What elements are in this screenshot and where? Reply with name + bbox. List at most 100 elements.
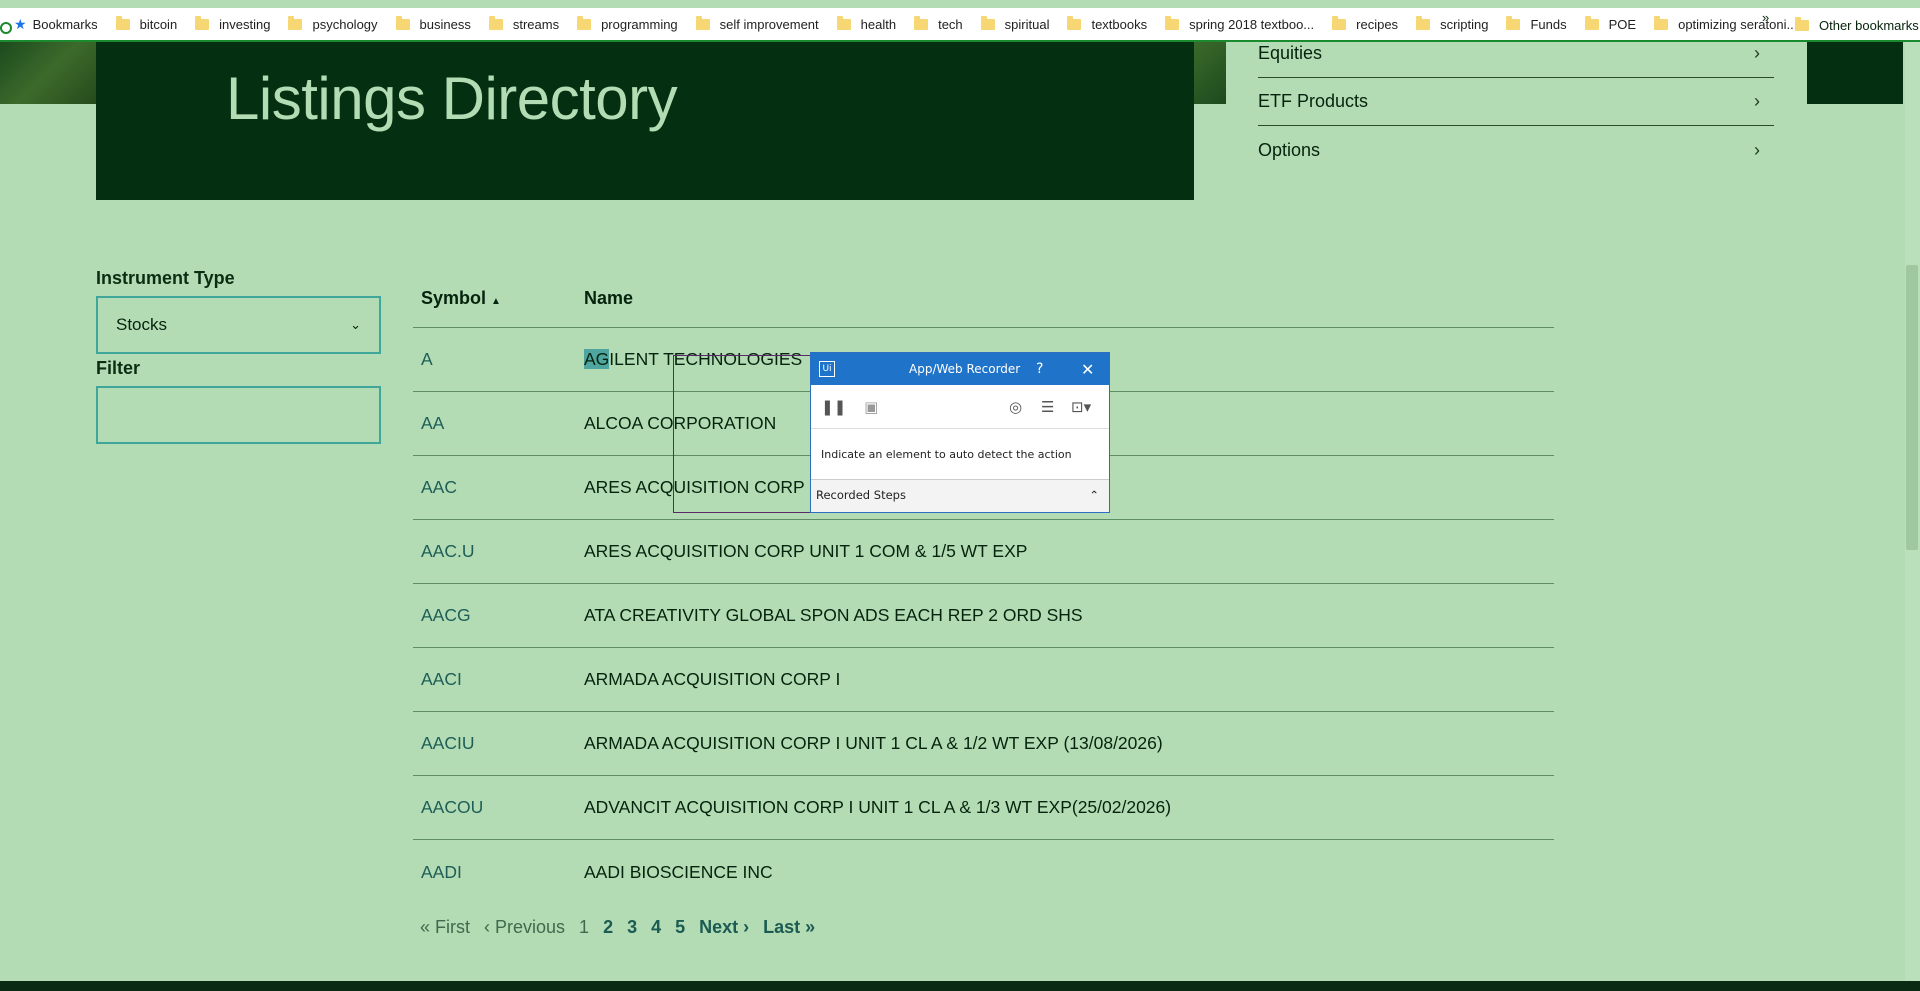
symbol-link[interactable]: AACI bbox=[413, 669, 584, 690]
symbol-link[interactable]: A bbox=[413, 349, 584, 370]
column-header-name[interactable]: Name bbox=[584, 288, 633, 309]
folder-icon bbox=[1584, 15, 1599, 30]
side-link-options[interactable]: Options › bbox=[1258, 126, 1774, 174]
folder-icon bbox=[1165, 15, 1180, 30]
filter-input[interactable] bbox=[96, 386, 381, 444]
close-button[interactable]: ✕ bbox=[1081, 360, 1094, 379]
company-name: AADI BIOSCIENCE INC bbox=[584, 861, 773, 882]
symbol-link[interactable]: AACIU bbox=[413, 733, 584, 754]
symbol-link[interactable]: AA bbox=[413, 413, 584, 434]
hero-banner: Listings Directory bbox=[96, 42, 1194, 200]
pause-icon[interactable]: ❚❚ bbox=[821, 398, 846, 416]
table-row: AACOU ADVANCIT ACQUISITION CORP I UNIT 1… bbox=[413, 776, 1554, 840]
folder-icon bbox=[695, 15, 710, 30]
recorder-title-bar[interactable]: Ui App/Web Recorder ? ✕ bbox=[811, 353, 1109, 385]
folder-icon bbox=[1416, 15, 1431, 30]
side-links: Equities › ETF Products › Options › bbox=[1258, 30, 1774, 174]
table-header: Symbol ▲ Name bbox=[413, 270, 1554, 328]
table-row: AACI ARMADA ACQUISITION CORP I bbox=[413, 648, 1554, 712]
camera-dropdown-icon[interactable]: ⊡▾ bbox=[1071, 398, 1091, 416]
bookmark-folder-investing[interactable]: investing bbox=[195, 15, 270, 32]
instrument-type-value: Stocks bbox=[116, 315, 168, 334]
more-bookmarks-button[interactable]: » bbox=[1762, 10, 1769, 25]
hero-image-right bbox=[1194, 42, 1226, 104]
save-icon[interactable]: ▣ bbox=[864, 398, 878, 416]
company-name: ARMADA ACQUISITION CORP I UNIT 1 CL A & … bbox=[584, 733, 1163, 753]
recorded-steps-header[interactable]: Recorded Steps ⌃ bbox=[811, 479, 1109, 509]
company-name: ATA CREATIVITY GLOBAL SPON ADS EACH REP … bbox=[584, 605, 1083, 625]
bookmark-item[interactable]: Bookmarks bbox=[33, 17, 98, 32]
chevron-right-icon: › bbox=[1754, 139, 1760, 160]
bookmark-folder-streams[interactable]: streams bbox=[488, 15, 559, 32]
bookmark-folder-programming[interactable]: programming bbox=[577, 15, 678, 32]
recorded-steps-label: Recorded Steps bbox=[816, 487, 906, 502]
extension-icon bbox=[0, 22, 12, 34]
bookmark-folder-spiritual[interactable]: spiritual bbox=[980, 15, 1049, 32]
table-row: AADI AADI BIOSCIENCE INC bbox=[413, 840, 1554, 904]
folder-icon bbox=[1332, 15, 1347, 30]
page-link-5[interactable]: 5 bbox=[675, 917, 685, 938]
company-name: ARES ACQUISITION CORP UNIT 1 COM & 1/5 W… bbox=[584, 541, 1028, 561]
bookmark-folder-tech[interactable]: tech bbox=[914, 15, 963, 32]
folder-icon bbox=[1506, 15, 1521, 30]
folder-icon bbox=[395, 15, 410, 30]
symbol-link[interactable]: AACOU bbox=[413, 797, 584, 818]
symbol-link[interactable]: AAC bbox=[413, 477, 584, 498]
table-row: AACIU ARMADA ACQUISITION CORP I UNIT 1 C… bbox=[413, 712, 1554, 776]
current-page: 1 bbox=[579, 917, 590, 937]
scrollbar-thumb[interactable] bbox=[1906, 265, 1918, 550]
symbol-link[interactable]: AACG bbox=[413, 605, 584, 626]
chevron-right-icon: › bbox=[1754, 91, 1760, 111]
first-page-link[interactable]: « First bbox=[420, 917, 470, 938]
other-bookmarks-folder[interactable]: Other bookmarks bbox=[1795, 17, 1919, 33]
bookmark-folder-health[interactable]: health bbox=[836, 15, 896, 32]
page-link-4[interactable]: 4 bbox=[651, 917, 661, 938]
bookmark-folder-business[interactable]: business bbox=[395, 15, 471, 32]
folder-icon bbox=[577, 15, 592, 30]
table-row: AACG ATA CREATIVITY GLOBAL SPON ADS EACH… bbox=[413, 584, 1554, 648]
filter-label: Filter bbox=[96, 358, 141, 378]
help-button[interactable]: ? bbox=[1036, 361, 1043, 377]
recorder-toolbar: ❚❚ ▣ ◎ ☰ ⊡▾ bbox=[811, 385, 1109, 429]
folder-icon bbox=[115, 15, 130, 30]
folder-icon bbox=[195, 15, 210, 30]
folder-icon bbox=[488, 15, 503, 30]
page-link-2[interactable]: 2 bbox=[603, 917, 613, 938]
table-row: AAC.U ARES ACQUISITION CORP UNIT 1 COM &… bbox=[413, 520, 1554, 584]
bookmark-folder-bitcoin[interactable]: bitcoin bbox=[115, 15, 177, 32]
bookmark-folder-self-improvement[interactable]: self improvement bbox=[695, 15, 819, 32]
recorder-title: App/Web Recorder bbox=[909, 362, 1021, 376]
hovered-text: AG bbox=[584, 349, 610, 369]
folder-icon bbox=[914, 15, 929, 30]
folder-icon bbox=[1654, 15, 1669, 30]
folder-icon bbox=[836, 15, 851, 30]
chevron-down-icon: ⌄ bbox=[350, 317, 361, 332]
app-web-recorder-window: Ui App/Web Recorder ? ✕ ❚❚ ▣ ◎ ☰ ⊡▾ Indi… bbox=[810, 352, 1110, 513]
column-header-symbol[interactable]: Symbol ▲ bbox=[413, 288, 584, 309]
symbol-link[interactable]: AADI bbox=[413, 862, 584, 883]
hero-image-left bbox=[0, 42, 96, 104]
bookmark-folder-psychology[interactable]: psychology bbox=[288, 15, 378, 32]
instrument-type-select[interactable]: Stocks ⌄ bbox=[96, 296, 381, 354]
company-name: ADVANCIT ACQUISITION CORP I UNIT 1 CL A … bbox=[584, 797, 1172, 817]
side-decor-block bbox=[1807, 42, 1903, 104]
previous-page-link[interactable]: ‹ Previous bbox=[484, 917, 565, 938]
last-page-link[interactable]: Last » bbox=[763, 917, 815, 938]
folder-icon bbox=[1067, 15, 1082, 30]
page-title: Listings Directory bbox=[226, 65, 678, 132]
side-link-equities[interactable]: Equities › bbox=[1258, 30, 1774, 78]
chevron-up-icon: ⌃ bbox=[1089, 487, 1099, 502]
symbol-link[interactable]: AAC.U bbox=[413, 541, 584, 562]
next-page-link[interactable]: Next › bbox=[699, 917, 749, 938]
target-icon[interactable]: ◎ bbox=[1009, 398, 1022, 416]
list-options-icon[interactable]: ☰ bbox=[1041, 398, 1054, 416]
bookmark-folder-textbooks[interactable]: textbooks bbox=[1067, 15, 1147, 32]
instrument-type-label: Instrument Type bbox=[96, 268, 235, 288]
page-link-3[interactable]: 3 bbox=[627, 917, 637, 938]
recorder-instruction: Indicate an element to auto detect the a… bbox=[811, 429, 1109, 479]
folder-icon bbox=[980, 15, 995, 30]
folder-icon bbox=[1795, 17, 1809, 31]
chevron-right-icon: › bbox=[1754, 43, 1760, 63]
company-name: ARMADA ACQUISITION CORP I bbox=[584, 669, 841, 689]
side-link-etf-products[interactable]: ETF Products › bbox=[1258, 78, 1774, 126]
